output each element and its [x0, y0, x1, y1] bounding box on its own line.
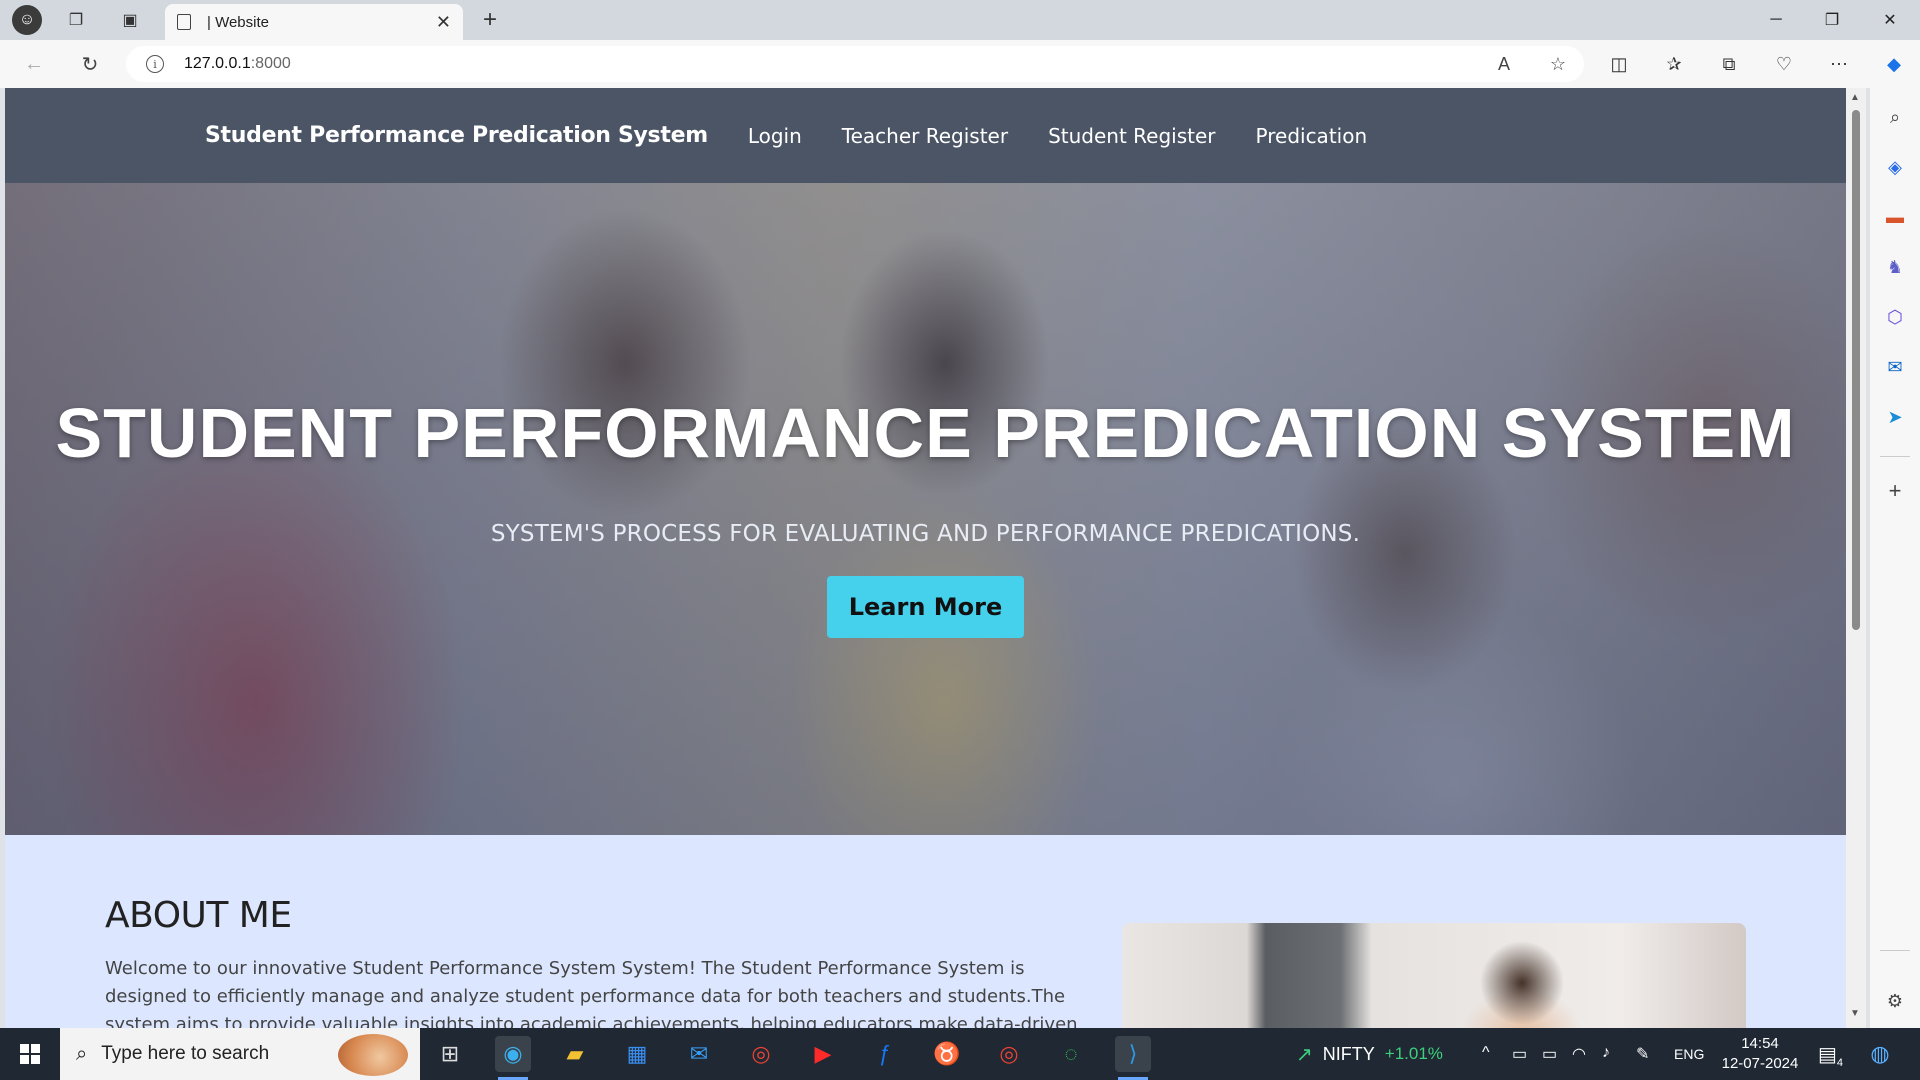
browser-tab[interactable]: | Website ✕ [165, 4, 463, 40]
edge-sidebar: ⌕ ◈ ▬ ♞ ⬡ ✉ ➤ + ⚙ [1870, 88, 1920, 1028]
nav-link-predication[interactable]: Predication [1256, 124, 1368, 148]
microsoft-store-icon[interactable]: ▦ [619, 1036, 655, 1072]
task-view-icon[interactable]: ⊞ [432, 1036, 468, 1072]
chrome-profile-icon[interactable]: ◎ [991, 1036, 1027, 1072]
stock-ticker-widget[interactable]: ↗ NIFTY +1.01% [1296, 1028, 1443, 1080]
url-port: :8000 [250, 55, 291, 72]
windows-taskbar: ⌕ Type here to search ⊞ ◉ ▰ ▦ ✉ ◎ ▶ ƒ ♉ … [0, 1028, 1920, 1080]
search-placeholder: Type here to search [101, 1043, 270, 1064]
scroll-thumb[interactable] [1852, 110, 1860, 630]
favorite-star-icon[interactable]: ☆ [1544, 50, 1572, 78]
hero-title: STUDENT PERFORMANCE PREDICATION SYSTEM [55, 394, 1796, 472]
ticker-change: +1.01% [1384, 1044, 1443, 1063]
widgets-icon[interactable]: ◍ [1862, 1036, 1898, 1072]
about-image [1122, 923, 1746, 1028]
url-text[interactable]: 127.0.0.1:8000 [184, 55, 291, 73]
back-icon[interactable]: ← [20, 50, 48, 78]
show-hidden-icons-chevron-icon[interactable]: ^ [1482, 1044, 1490, 1062]
nav-link-teacher-register[interactable]: Teacher Register [842, 124, 1008, 148]
hero-background-photo [5, 183, 1846, 835]
clock-date: 12-07-2024 [1721, 1055, 1799, 1072]
copilot-icon[interactable]: ◆ [1880, 50, 1908, 78]
clock-time: 14:54 [1741, 1035, 1779, 1052]
hero-section: STUDENT PERFORMANCE PREDICATION SYSTEM S… [5, 183, 1846, 835]
about-title: ABOUT ME [105, 895, 292, 936]
tools-briefcase-icon[interactable]: ▬ [1882, 204, 1908, 230]
split-screen-icon[interactable]: ◫ [1605, 50, 1633, 78]
chrome-icon[interactable]: ◎ [743, 1036, 779, 1072]
close-window-icon[interactable]: ✕ [1862, 0, 1918, 40]
notification-center-icon[interactable]: ▤4 [1818, 1042, 1843, 1069]
sidebar-divider [1880, 950, 1910, 951]
close-tab-icon[interactable]: ✕ [436, 12, 451, 33]
youtube-icon[interactable]: ▶ [805, 1036, 841, 1072]
edge-app-icon[interactable]: ◉ [495, 1036, 531, 1072]
tab-title: | Website [207, 13, 269, 31]
loading-app-icon[interactable]: ◌ [1053, 1036, 1089, 1072]
chart-up-icon: ↗ [1296, 1043, 1313, 1066]
site-info-icon[interactable]: i [146, 55, 164, 73]
games-icon[interactable]: ♞ [1882, 254, 1908, 280]
wifi-icon[interactable]: ◠ [1572, 1044, 1586, 1064]
language-indicator[interactable]: ENG [1674, 1046, 1704, 1062]
scroll-up-icon[interactable]: ▲ [1850, 92, 1860, 103]
about-text: Welcome to our innovative Student Perfor… [105, 958, 1078, 1028]
minimize-icon[interactable]: ─ [1748, 0, 1804, 40]
scroll-down-icon[interactable]: ▼ [1850, 1008, 1860, 1019]
search-highlight-shell-icon [338, 1034, 408, 1076]
notification-count: 4 [1836, 1057, 1844, 1069]
start-button[interactable] [0, 1028, 60, 1080]
browser-title-bar: ☺ ❐ ▣ | Website ✕ + ─ ❐ ✕ [0, 0, 1920, 40]
refresh-icon[interactable]: ↻ [76, 50, 104, 78]
site-brand[interactable]: Student Performance Predication System [205, 123, 708, 148]
page-scrollbar[interactable]: ▲ ▼ [1846, 88, 1866, 1028]
read-aloud-icon[interactable]: A [1490, 50, 1518, 78]
learn-more-button[interactable]: Learn More [827, 576, 1024, 638]
vscode-icon[interactable]: ⟩ [1115, 1036, 1151, 1072]
nav-link-login[interactable]: Login [748, 124, 802, 148]
search-icon: ⌕ [76, 1042, 88, 1065]
address-bar-row: ← ↻ i 127.0.0.1:8000 A ☆ ◫ ✰ ⧉ ♡ ⋯ ◆ [0, 40, 1920, 88]
collections-icon[interactable]: ⧉ [1715, 50, 1743, 78]
sidebar-divider [1880, 456, 1910, 457]
facebook-icon[interactable]: ƒ [867, 1036, 903, 1072]
web-page: Student Performance Predication System L… [5, 88, 1846, 1028]
browser-essentials-icon[interactable]: ♡ [1770, 50, 1798, 78]
site-navbar: Student Performance Predication System L… [5, 88, 1846, 183]
battery-icon[interactable]: ▭ [1542, 1044, 1557, 1064]
add-icon[interactable]: + [1882, 478, 1908, 504]
shopping-tag-icon[interactable]: ◈ [1882, 154, 1908, 180]
windows-logo-icon [20, 1044, 40, 1064]
pen-icon[interactable]: ✎ [1636, 1044, 1649, 1064]
ticker-name: NIFTY [1322, 1043, 1375, 1064]
more-options-icon[interactable]: ⋯ [1825, 50, 1853, 78]
clock[interactable]: 14:54 12-07-2024 [1718, 1034, 1802, 1074]
mail-icon[interactable]: ✉ [681, 1036, 717, 1072]
nav-link-student-register[interactable]: Student Register [1048, 124, 1215, 148]
address-bar[interactable]: i 127.0.0.1:8000 A ☆ [126, 46, 1584, 82]
outlook-icon[interactable]: ✉ [1882, 354, 1908, 380]
hero-subtitle: SYSTEM'S PROCESS FOR EVALUATING AND PERF… [490, 521, 1361, 547]
send-icon[interactable]: ➤ [1882, 404, 1908, 430]
profile-avatar-icon[interactable]: ☺ [12, 5, 42, 35]
restore-icon[interactable]: ❐ [1804, 0, 1860, 40]
meet-now-icon[interactable]: ▭ [1512, 1044, 1527, 1064]
taskbar-search[interactable]: ⌕ Type here to search [60, 1028, 420, 1080]
volume-icon[interactable]: ♪ [1602, 1044, 1610, 1062]
url-host: 127.0.0.1 [184, 55, 251, 72]
settings-gear-icon[interactable]: ⚙ [1882, 988, 1908, 1014]
page-icon [177, 14, 191, 30]
workspaces-icon[interactable]: ❐ [62, 6, 90, 34]
microsoft-365-icon[interactable]: ⬡ [1882, 304, 1908, 330]
favorites-icon[interactable]: ✰ [1660, 50, 1688, 78]
new-tab-icon[interactable]: + [476, 6, 504, 34]
about-section: ABOUT ME Welcome to our innovative Stude… [5, 835, 1846, 1028]
file-explorer-icon[interactable]: ▰ [557, 1036, 593, 1072]
postgresql-elephant-icon[interactable]: ♉ [929, 1036, 965, 1072]
search-icon[interactable]: ⌕ [1882, 104, 1908, 130]
tab-actions-icon[interactable]: ▣ [116, 6, 144, 34]
